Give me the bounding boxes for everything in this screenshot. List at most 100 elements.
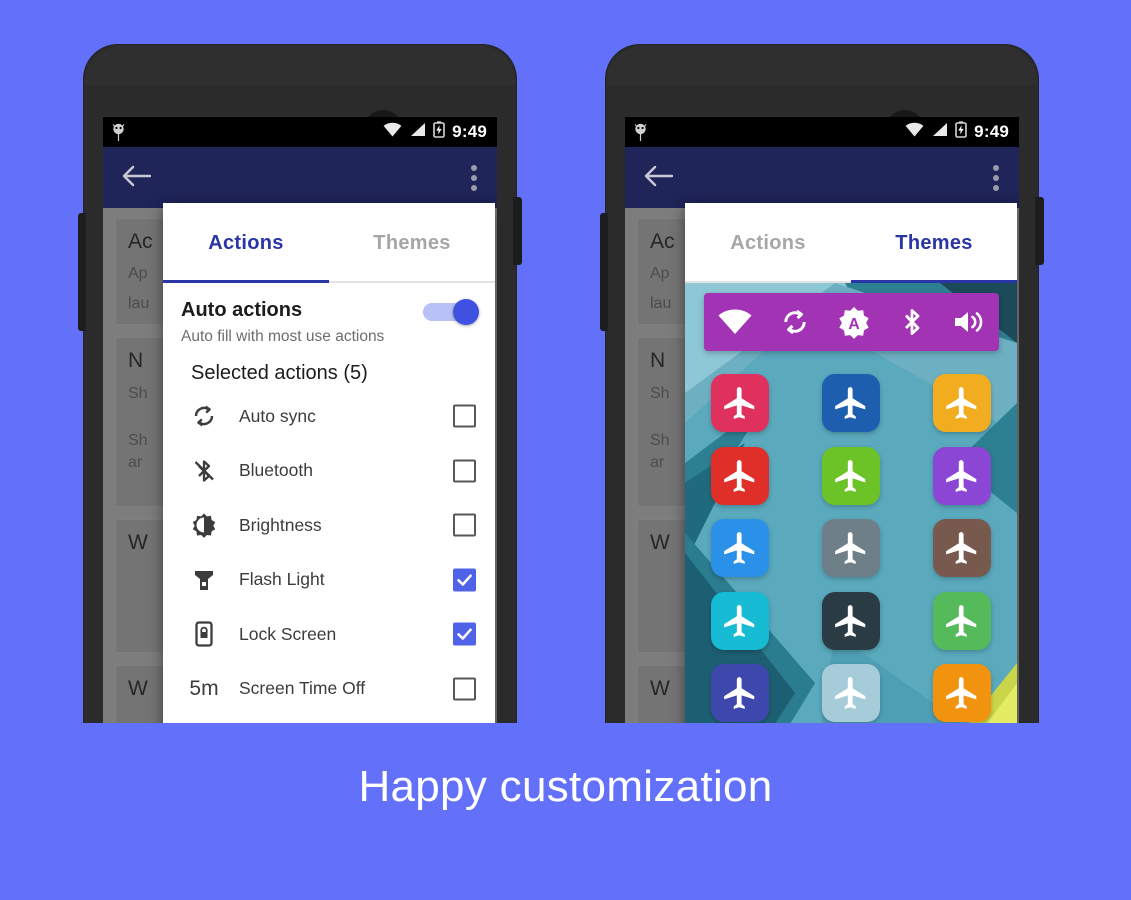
tab-themes[interactable]: Themes (329, 203, 495, 283)
tab-actions[interactable]: Actions (685, 203, 851, 283)
airplane-icon (835, 532, 866, 565)
action-checkbox[interactable] (453, 513, 476, 537)
airplane-icon (945, 677, 976, 710)
airplane-icon (724, 459, 755, 492)
brightness-icon (183, 512, 225, 539)
sync-icon (780, 307, 810, 337)
wifi-icon (383, 122, 402, 142)
tab-themes[interactable]: Themes (851, 203, 1017, 283)
status-bar: 9:49 (103, 117, 497, 147)
back-arrow-icon[interactable] (121, 163, 152, 194)
volume-button[interactable] (78, 213, 86, 331)
theme-tile[interactable] (711, 519, 770, 578)
signal-icon (931, 122, 948, 142)
status-bar-time: 9:49 (974, 122, 1009, 141)
actions-dialog: Actions Themes Auto actions Auto fill wi… (163, 203, 495, 745)
airplane-icon (945, 387, 976, 420)
overflow-menu-icon[interactable] (471, 161, 477, 195)
theme-tile[interactable] (932, 446, 991, 505)
battery-charging-icon (955, 121, 967, 143)
action-row-screen-time-off[interactable]: 5m Screen Time Off (163, 662, 495, 717)
poster-caption: Happy customization (358, 762, 773, 811)
action-label: Brightness (239, 514, 322, 535)
power-button[interactable] (513, 197, 522, 265)
status-icons: 9:49 (383, 121, 497, 143)
airplane-icon (724, 677, 755, 710)
action-checkbox[interactable] (453, 622, 476, 646)
airplane-icon (724, 532, 755, 565)
theme-tile[interactable] (821, 519, 880, 578)
status-icons: 9:49 (905, 121, 1019, 143)
back-arrow-icon[interactable] (643, 163, 674, 194)
overflow-menu-icon[interactable] (993, 161, 999, 195)
bluetooth-off-icon (183, 458, 225, 484)
android-icon (103, 122, 126, 142)
action-label: Bluetooth (239, 460, 313, 481)
actions-list: Auto sync Bluetooth Brightness Flash Lig… (163, 389, 495, 745)
selected-actions-title: Selected actions (5) (191, 362, 368, 384)
action-row-brightness[interactable]: Brightness (163, 498, 495, 553)
theme-tile[interactable] (711, 374, 770, 433)
theme-tile[interactable] (711, 664, 770, 723)
phone-right: 9:49 Ac Ap lau N Sh Sh ar W W Actions Th… (600, 45, 1044, 745)
airplane-icon (945, 532, 976, 565)
theme-tile[interactable] (821, 591, 880, 650)
phone-top-bezel (606, 45, 1038, 85)
phone-screen-right: 9:49 Ac Ap lau N Sh Sh ar W W Actions Th… (625, 117, 1019, 745)
status-bar-time: 9:49 (452, 122, 487, 141)
theme-tile[interactable] (932, 664, 991, 723)
status-bar: 9:49 (625, 117, 1019, 147)
action-row-auto-sync[interactable]: Auto sync (163, 389, 495, 444)
poster-stage: 9:49 Ac Ap lau N Sh Sh ar W W Actions Th… (0, 0, 1131, 900)
phone-top-bezel (84, 45, 516, 85)
theme-tile[interactable] (932, 374, 991, 433)
wifi-icon (718, 309, 752, 335)
action-checkbox[interactable] (453, 459, 476, 483)
bluetooth-icon (899, 306, 925, 338)
theme-tile[interactable] (821, 374, 880, 433)
battery-charging-icon (433, 121, 445, 143)
android-icon (625, 122, 648, 142)
dialog-tabs: Actions Themes (685, 203, 1017, 283)
auto-actions-subtitle: Auto fill with most use actions (181, 328, 385, 345)
theme-tile[interactable] (821, 664, 880, 723)
dialog-tabs: Actions Themes (163, 203, 495, 283)
action-row-lock-screen[interactable]: Lock Screen (163, 607, 495, 662)
airplane-icon (945, 604, 976, 637)
airplane-icon (835, 604, 866, 637)
auto-actions-row[interactable]: Auto actions Auto fill with most use act… (163, 283, 495, 350)
action-label: Lock Screen (239, 623, 337, 644)
signal-icon (409, 122, 426, 142)
theme-tile[interactable] (932, 519, 991, 578)
theme-tile[interactable] (711, 446, 770, 505)
theme-tiles-grid (685, 361, 1017, 745)
theme-tile[interactable] (711, 591, 770, 650)
wifi-icon (905, 122, 924, 142)
tab-actions[interactable]: Actions (163, 203, 329, 283)
action-label: Screen Time Off (239, 678, 366, 699)
action-row-flash-light[interactable]: Flash Light (163, 553, 495, 608)
action-checkbox[interactable] (453, 404, 476, 428)
airplane-icon (835, 459, 866, 492)
phone-left: 9:49 Ac Ap lau N Sh Sh ar W W Actions Th… (78, 45, 522, 745)
power-button[interactable] (1035, 197, 1044, 265)
action-checkbox[interactable] (453, 677, 476, 701)
volume-button[interactable] (600, 213, 608, 331)
theme-preview-bar[interactable]: A (704, 293, 999, 351)
auto-actions-toggle[interactable] (423, 299, 479, 325)
app-bar (103, 147, 497, 208)
theme-tile[interactable] (932, 591, 991, 650)
airplane-icon (835, 387, 866, 420)
theme-tile[interactable] (821, 446, 880, 505)
volume-icon (953, 308, 985, 336)
lock-screen-icon (183, 621, 225, 647)
flashlight-icon (183, 567, 225, 593)
action-checkbox[interactable] (453, 568, 476, 592)
airplane-icon (945, 459, 976, 492)
svg-text:A: A (849, 316, 860, 333)
auto-brightness-icon: A (837, 305, 871, 339)
themes-dialog: Actions Themes A (685, 203, 1017, 745)
action-row-bluetooth[interactable]: Bluetooth (163, 444, 495, 499)
action-label: Flash Light (239, 569, 325, 590)
screen-time-value: 5m (189, 676, 219, 700)
